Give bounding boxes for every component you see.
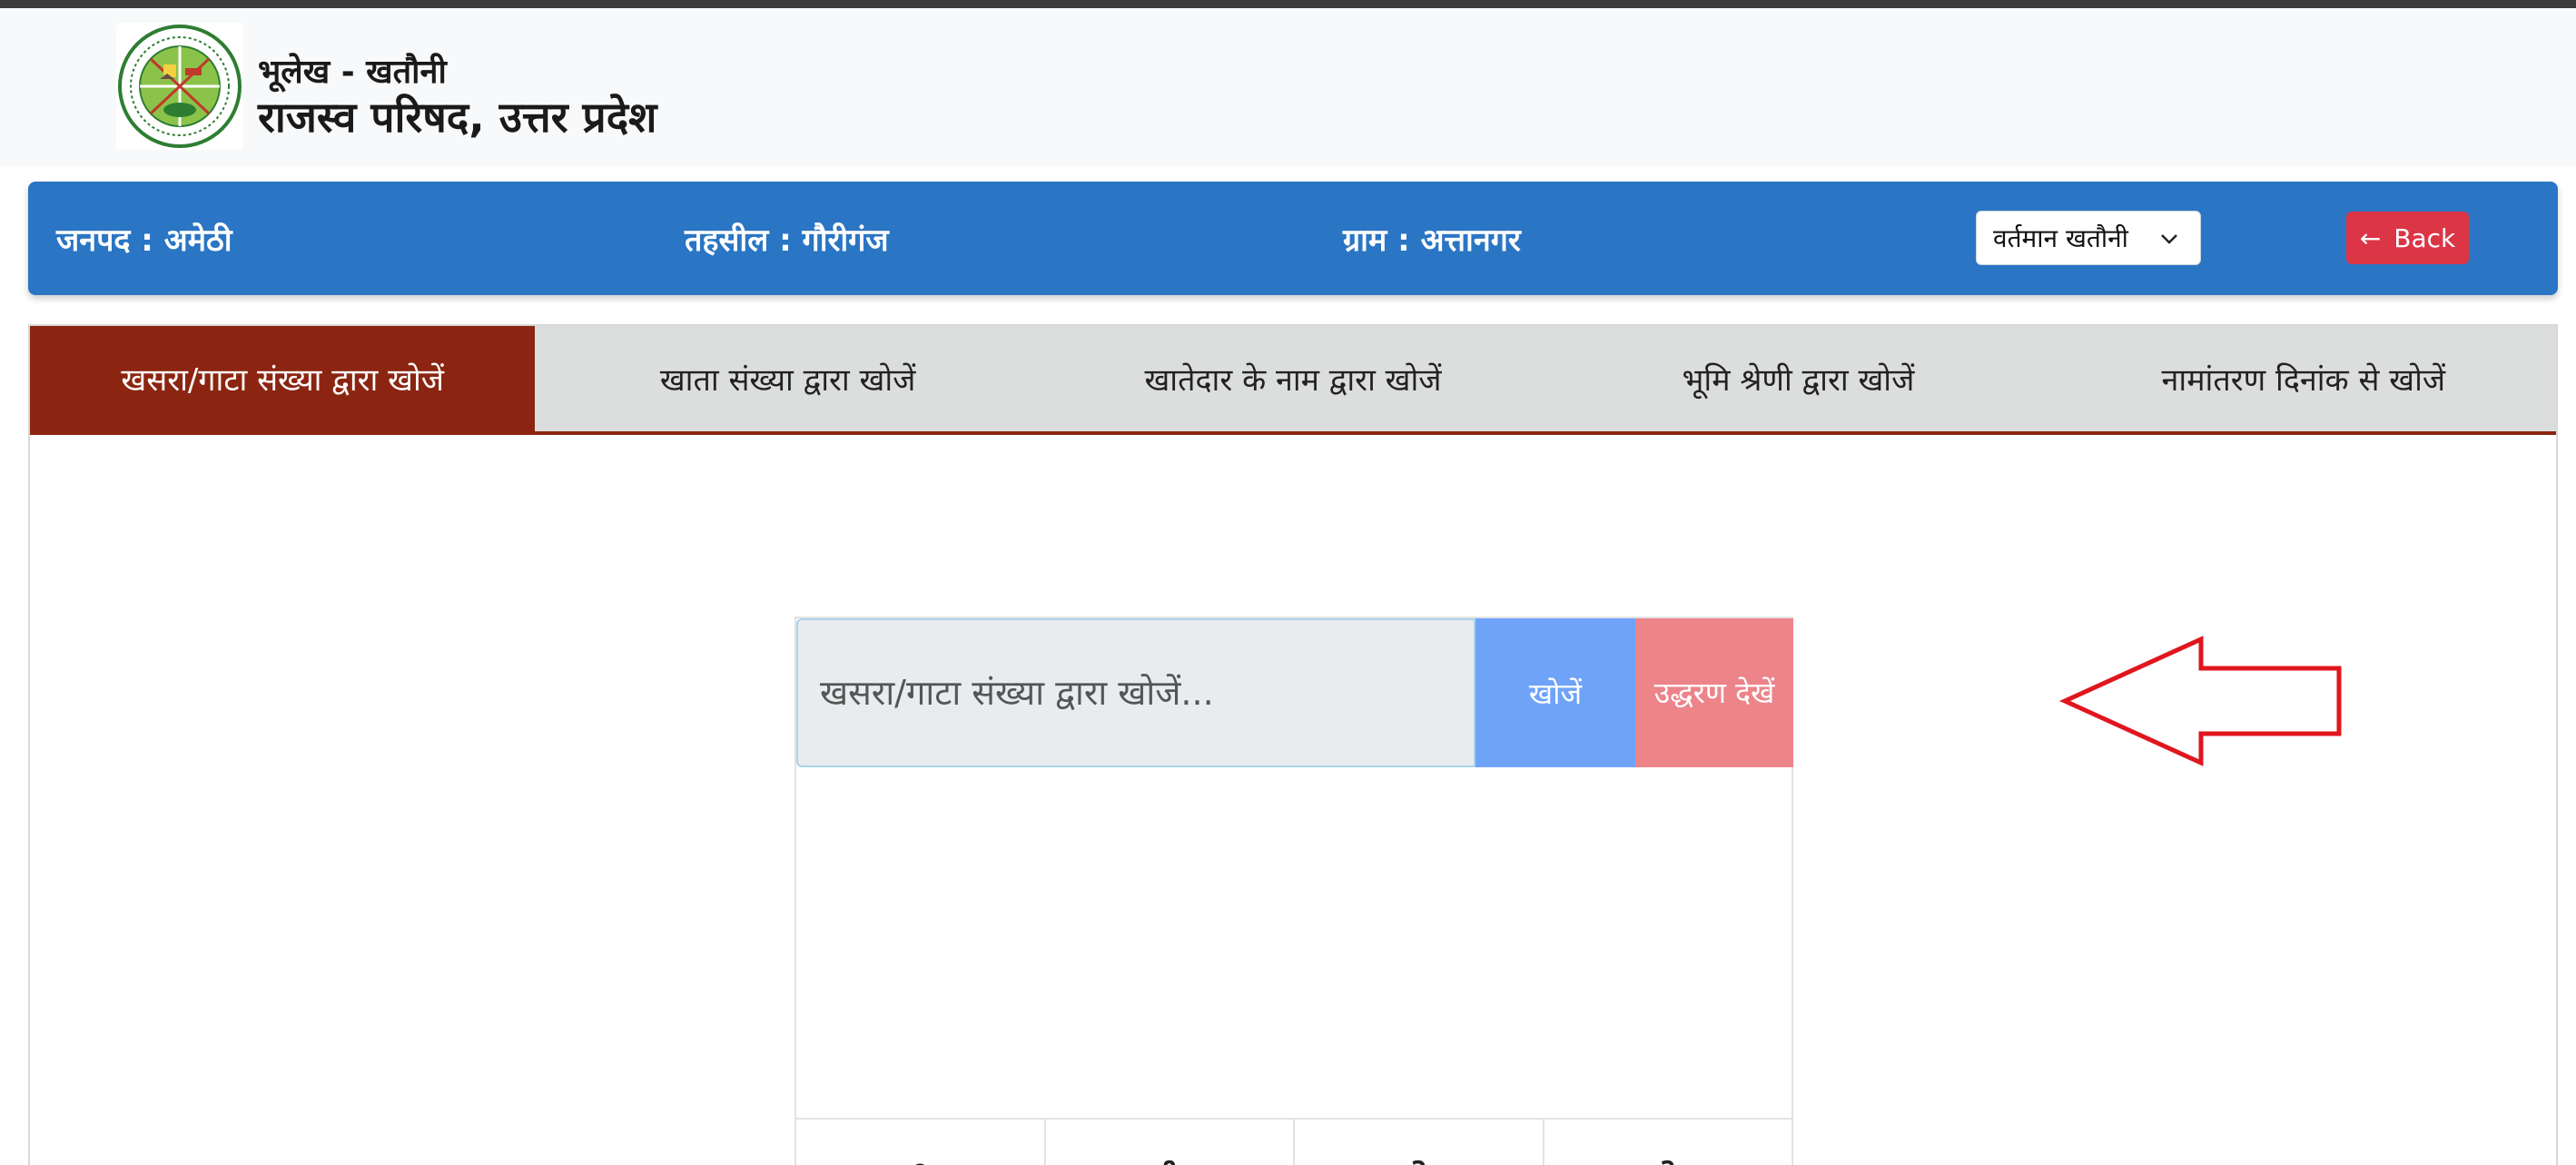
search-tabs: खसरा/गाटा संख्या द्वारा खोजें खाता संख्य… — [30, 326, 2556, 435]
khatauni-select-value: वर्तमान खतौनी — [1993, 223, 2128, 253]
keypad-key-1[interactable]: १ — [1046, 1120, 1295, 1165]
district-label: जनपद : अमेठी — [56, 222, 232, 259]
back-button[interactable]: ← Back — [2346, 212, 2469, 264]
chevron-down-icon — [2161, 234, 2177, 244]
site-header: भूलेख - खतौनी राजस्व परिषद, उत्तर प्रदेश — [0, 8, 2576, 166]
khasra-search-input[interactable] — [796, 618, 1476, 767]
numeric-keypad: ० १ २ ३ — [796, 1118, 1791, 1165]
tehsil-label: तहसील : गौरीगंज — [685, 222, 889, 259]
village-label: ग्राम : अत्तानगर — [1343, 222, 1521, 259]
keypad-key-2[interactable]: २ — [1295, 1120, 1545, 1165]
arrow-left-icon: ← — [2359, 222, 2382, 253]
khasra-search-box: खोजें उद्धरण देखें ० १ २ ३ — [795, 617, 1793, 1165]
location-info-bar: जनपद : अमेठी तहसील : गौरीगंज ग्राम : अत्… — [28, 182, 2558, 295]
brand-subtitle: राजस्व परिषद, उत्तर प्रदेश — [258, 93, 657, 142]
brand-title: भूलेख - खतौनी — [258, 54, 447, 91]
search-button[interactable]: खोजें — [1476, 618, 1635, 767]
tab-mutation-date-search[interactable]: नामांतरण दिनांक से खोजें — [2051, 326, 2556, 431]
tab-owner-name-search[interactable]: खातेदार के नाम द्वारा खोजें — [1041, 326, 1545, 431]
tab-khata-search[interactable]: खाता संख्या द्वारा खोजें — [535, 326, 1040, 431]
view-extract-button[interactable]: उद्धरण देखें — [1635, 618, 1793, 767]
keypad-key-0[interactable]: ० — [796, 1120, 1046, 1165]
khatauni-select[interactable]: वर्तमान खतौनी — [1976, 211, 2201, 265]
tab-land-category-search[interactable]: भूमि श्रेणी द्वारा खोजें — [1545, 326, 2050, 431]
keypad-key-3[interactable]: ३ — [1545, 1120, 1792, 1165]
top-bar — [0, 0, 2576, 8]
tab-khasra-search[interactable]: खसरा/गाटा संख्या द्वारा खोजें — [30, 326, 536, 431]
annotation-arrow-left-icon — [2059, 636, 2342, 766]
up-revenue-board-seal-icon[interactable] — [116, 23, 243, 150]
back-button-label: Back — [2393, 222, 2456, 253]
